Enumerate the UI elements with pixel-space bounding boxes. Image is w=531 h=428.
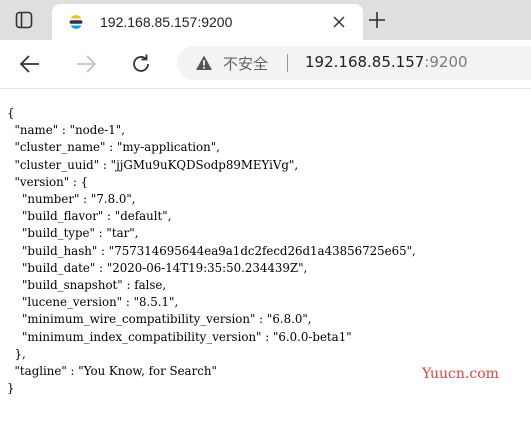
browser-tab[interactable]: 192.168.85.157:9200 [52, 4, 363, 40]
tab-title: 192.168.85.157:9200 [100, 14, 233, 30]
forward-arrow-icon[interactable] [72, 50, 100, 78]
plus-icon[interactable] [366, 9, 388, 31]
tab-strip-icon[interactable] [14, 10, 34, 30]
elasticsearch-favicon [68, 14, 84, 30]
warning-icon[interactable] [195, 54, 213, 72]
address-bar[interactable]: 不安全 192.168.85.157:9200 [177, 46, 531, 80]
url-port: :9200 [424, 53, 468, 71]
back-arrow-icon[interactable] [16, 50, 44, 78]
address-separator [287, 54, 288, 72]
json-tagline: You Know, for Search [83, 364, 212, 379]
toolbar-divider [0, 88, 531, 89]
security-status-label[interactable]: 不安全 [223, 53, 268, 74]
json-min-wire-version: 6.8.0 [272, 312, 303, 327]
json-build-hash: 757314695644ea9a1dc2fecd26d1a43856725e65 [114, 243, 407, 258]
url-text[interactable]: 192.168.85.157:9200 [305, 53, 468, 71]
json-build-flavor: default [120, 209, 163, 224]
reload-icon[interactable] [127, 50, 155, 78]
json-min-index-version: 6.0.0-beta1 [278, 329, 347, 344]
json-cluster-uuid: jjGMu9uKQDSodp89MEYiVg [116, 157, 289, 172]
watermark-text: Yuucn.com [422, 366, 499, 382]
close-icon[interactable] [330, 13, 348, 31]
tab-bar: 192.168.85.157:9200 [0, 0, 531, 40]
json-response-body: { "name" : "node-1", "cluster_name" : "m… [7, 106, 416, 396]
json-build-date: 2020-06-14T19:35:50.234439Z [112, 260, 299, 275]
json-cluster-name: my-application [122, 140, 211, 155]
json-name: node-1 [75, 123, 116, 138]
json-version-number: 7.8.0 [96, 192, 127, 207]
json-lucene-version: 8.5.1 [139, 295, 170, 310]
url-host: 192.168.85.157 [305, 53, 425, 71]
json-build-type: tar [111, 226, 130, 241]
json-build-snapshot: false [134, 278, 163, 293]
